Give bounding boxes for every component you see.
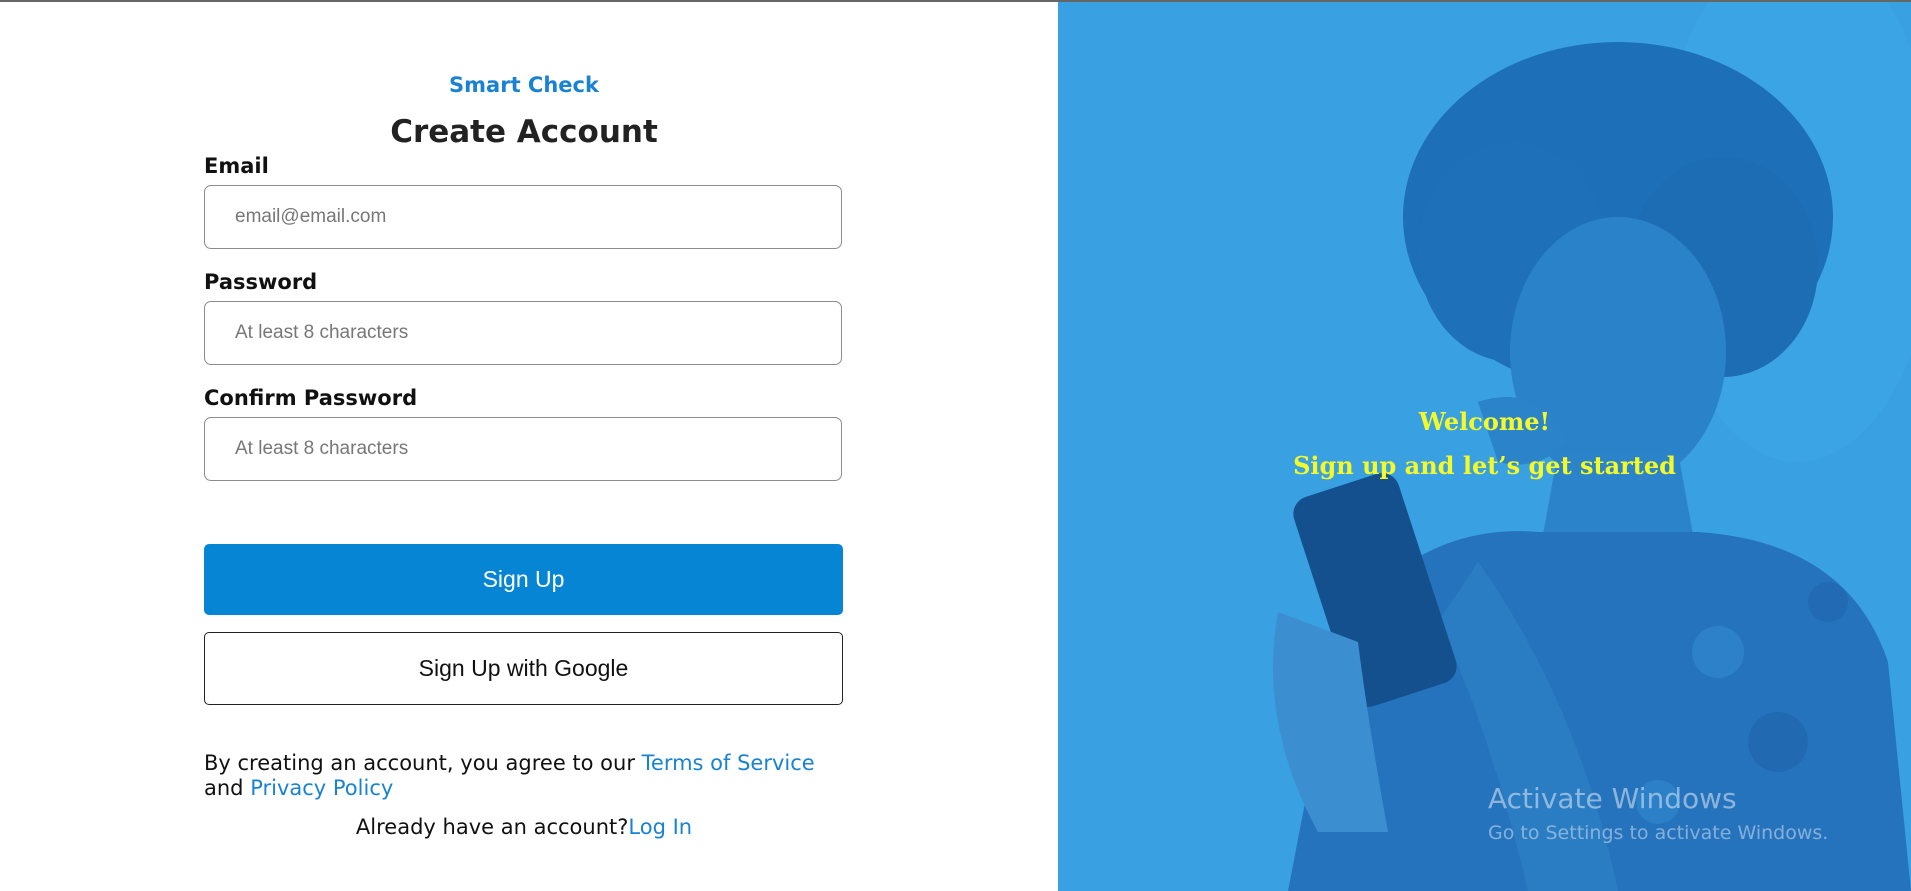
brand-name: Smart Check — [449, 73, 599, 97]
email-field[interactable] — [204, 185, 842, 249]
login-prompt: Already have an account?Log In — [0, 815, 1048, 839]
sign-up-button[interactable]: Sign Up — [204, 544, 843, 615]
email-label: Email — [204, 154, 269, 178]
confirm-password-field[interactable] — [204, 417, 842, 481]
login-prompt-text: Already have an account? — [355, 815, 629, 839]
page-title: Create Account — [390, 114, 658, 150]
hero-panel: Welcome! Sign up and let’s get started A… — [1058, 2, 1911, 891]
password-label: Password — [204, 270, 318, 294]
terms-and-text: and — [204, 776, 251, 800]
log-in-link[interactable]: Log In — [628, 815, 692, 839]
welcome-tagline: Sign up and let’s get started — [1293, 451, 1676, 480]
hero-photo — [1058, 2, 1911, 891]
activate-windows-title: Activate Windows — [1488, 782, 1737, 815]
terms-of-service-link[interactable]: Terms of Service — [642, 751, 815, 775]
password-field[interactable] — [204, 301, 842, 365]
signup-panel: Smart Check Create Account Email Passwor… — [0, 2, 1058, 891]
sign-up-with-google-button[interactable]: Sign Up with Google — [204, 632, 843, 705]
privacy-policy-link[interactable]: Privacy Policy — [250, 776, 393, 800]
welcome-heading: Welcome! — [1418, 407, 1551, 436]
activate-windows-subtitle: Go to Settings to activate Windows. — [1488, 822, 1829, 844]
confirm-password-label: Confirm Password — [204, 386, 418, 410]
terms-prefix: By creating an account, you agree to our — [204, 751, 642, 775]
terms-notice: By creating an account, you agree to our… — [204, 751, 844, 801]
